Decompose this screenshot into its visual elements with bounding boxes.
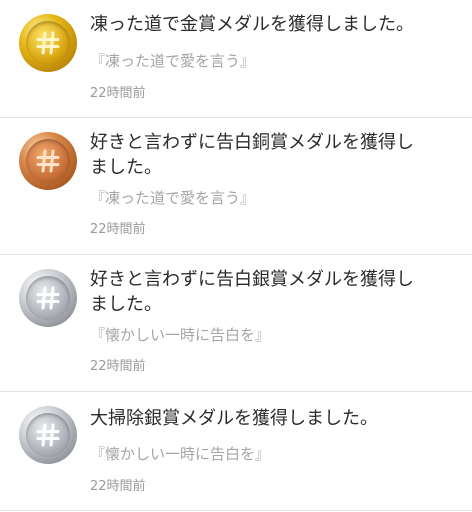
notification-time: 22時間前	[90, 222, 146, 237]
notification-title: 大掃除銀賞メダルを獲得しました。	[90, 408, 378, 429]
notification-item[interactable]: 凍った道で金賞メダルを獲得しました。 『凍った道で愛を言う』 22時間前	[0, 0, 472, 117]
divider	[0, 510, 472, 511]
silver-medal-icon	[19, 406, 77, 464]
notification-quote: 『凍った道で愛を言う』	[90, 52, 256, 70]
notification-title: 凍った道で金賞メダルを獲得しました。	[90, 14, 414, 35]
notification-time: 22時間前	[90, 86, 146, 101]
hashtag-icon	[36, 149, 60, 173]
hashtag-icon	[36, 31, 60, 55]
notification-time: 22時間前	[90, 479, 146, 494]
gold-medal-icon	[19, 14, 77, 72]
hashtag-icon	[36, 286, 60, 310]
notification-feed: 凍った道で金賞メダルを獲得しました。 『凍った道で愛を言う』 22時間前 好きと…	[0, 0, 472, 512]
hashtag-icon	[36, 423, 60, 447]
silver-medal-icon	[19, 269, 77, 327]
bronze-medal-icon	[19, 132, 77, 190]
notification-title: 好きと言わずに告白銀賞メダルを獲得しました。	[90, 269, 414, 315]
notification-item[interactable]: 好きと言わずに告白銅賞メダルを獲得しました。 『凍った道で愛を言う』 22時間前	[0, 118, 472, 254]
notification-quote: 『凍った道で愛を言う』	[90, 189, 256, 207]
notification-time: 22時間前	[90, 359, 146, 374]
notification-item[interactable]: 大掃除銀賞メダルを獲得しました。 『懐かしい一時に告白を』 22時間前	[0, 392, 472, 510]
notification-item[interactable]: 好きと言わずに告白銀賞メダルを獲得しました。 『懐かしい一時に告白を』 22時間…	[0, 255, 472, 391]
notification-quote: 『懐かしい一時に告白を』	[90, 326, 271, 344]
notification-title: 好きと言わずに告白銅賞メダルを獲得しました。	[90, 132, 414, 178]
notification-quote: 『懐かしい一時に告白を』	[90, 445, 271, 463]
